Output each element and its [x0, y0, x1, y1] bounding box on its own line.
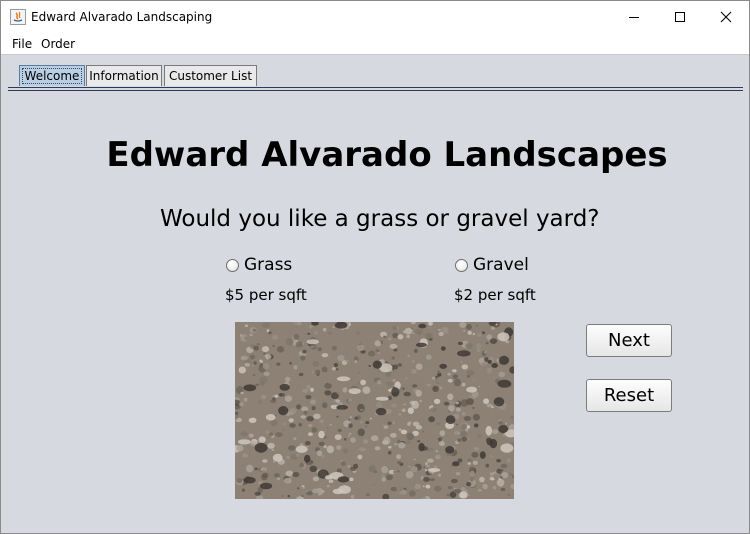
window-title: Edward Alvarado Landscaping [31, 10, 213, 24]
welcome-panel: Welcome Information Customer List Edward… [1, 55, 749, 533]
gravel-radio-button[interactable] [455, 258, 468, 272]
tab-welcome[interactable]: Welcome [19, 65, 85, 86]
java-app-icon [10, 9, 26, 25]
grass-price: $5 per sqft [225, 286, 307, 304]
next-button[interactable]: Next [586, 324, 672, 357]
menu-file[interactable]: File [12, 37, 32, 51]
gravel-price: $2 per sqft [454, 286, 536, 304]
menu-bar: File Order [1, 32, 749, 55]
maximize-button[interactable] [657, 1, 703, 32]
tab-customer-list[interactable]: Customer List [164, 65, 257, 86]
close-button[interactable] [703, 1, 749, 32]
grass-radio-label[interactable]: Grass [244, 255, 292, 275]
grass-radio-button[interactable] [226, 258, 239, 272]
tab-customer-list-label: Customer List [168, 69, 253, 83]
gravel-radio-label[interactable]: Gravel [473, 255, 529, 275]
app-window: Edward Alvarado Landscaping File Order W… [0, 0, 750, 534]
tab-information-label: Information [89, 69, 159, 83]
minimize-button[interactable] [611, 1, 657, 32]
minimize-icon [629, 16, 639, 18]
tab-welcome-label: Welcome [21, 68, 83, 84]
menu-order[interactable]: Order [41, 37, 75, 51]
gravel-yard-image [232, 319, 518, 502]
page-heading: Edward Alvarado Landscapes [106, 135, 668, 175]
maximize-icon [675, 11, 685, 22]
title-bar: Edward Alvarado Landscaping [1, 1, 749, 32]
tab-divider [8, 87, 743, 88]
gravel-texture [232, 319, 518, 502]
tab-divider [8, 90, 743, 91]
close-icon [720, 11, 732, 22]
reset-button[interactable]: Reset [586, 379, 672, 412]
yard-question: Would you like a grass or gravel yard? [160, 206, 600, 232]
grass-radio[interactable]: Grass [226, 255, 292, 275]
tab-information[interactable]: Information [86, 65, 162, 86]
gravel-radio[interactable]: Gravel [455, 255, 529, 275]
